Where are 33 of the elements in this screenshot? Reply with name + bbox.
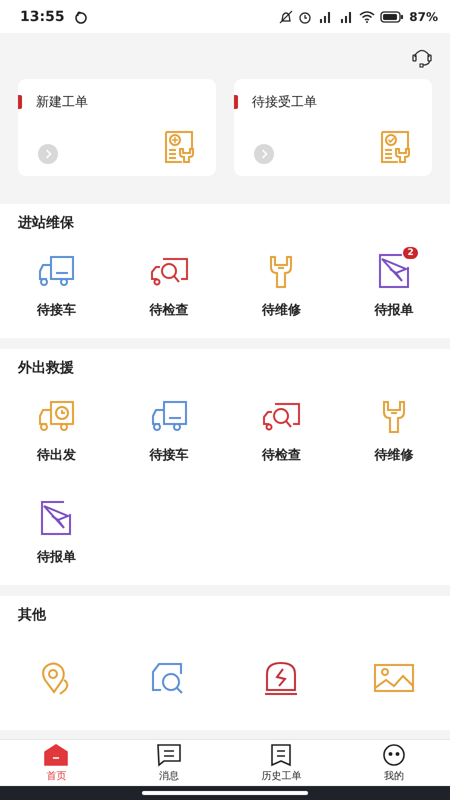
home-icon [43,743,70,767]
wifi-icon [359,10,376,22]
item-label[interactable]: 待维修 [374,446,414,464]
nav-tab[interactable]: 首页 [0,740,112,786]
section-title: 外出救援 [18,359,75,377]
item-label[interactable]: 待报单 [36,548,76,566]
item-label[interactable]: 待检查 [262,446,301,464]
section-title: 其他 [18,606,48,624]
nav-tab[interactable]: 历史工单 [225,740,338,786]
count-badge: 2 [403,247,418,259]
item-label[interactable]: 待报单 [374,301,414,319]
chat-icon [156,743,182,767]
item-label[interactable]: 待接车 [149,446,188,464]
item-label[interactable]: 待维修 [262,301,301,319]
shortcut-card[interactable]: 待接受工单 [234,79,432,176]
shortcut-card[interactable]: 新建工单 [18,79,216,176]
battery-icon [380,10,404,22]
nav-tab[interactable]: 消息 [112,740,225,786]
smiley-icon [380,743,407,767]
card-title: 待接受工单 [252,94,317,111]
alarm-clock-icon [298,10,312,24]
document-wrench-plus-icon [164,130,196,164]
nav-tab[interactable]: 我的 [338,740,450,786]
item-label[interactable]: 待检查 [149,301,188,319]
clock-time: 13:55 [20,8,65,24]
section-title: 进站维保 [18,214,75,232]
card-title: 新建工单 [36,94,88,111]
bell-off-icon [279,10,294,24]
item-label[interactable]: 待接车 [36,301,76,319]
swirl-icon [74,10,88,24]
item-label[interactable]: 待出发 [36,446,76,464]
document-wrench-check-icon [380,130,412,164]
battery-percent: 87% [409,10,438,24]
